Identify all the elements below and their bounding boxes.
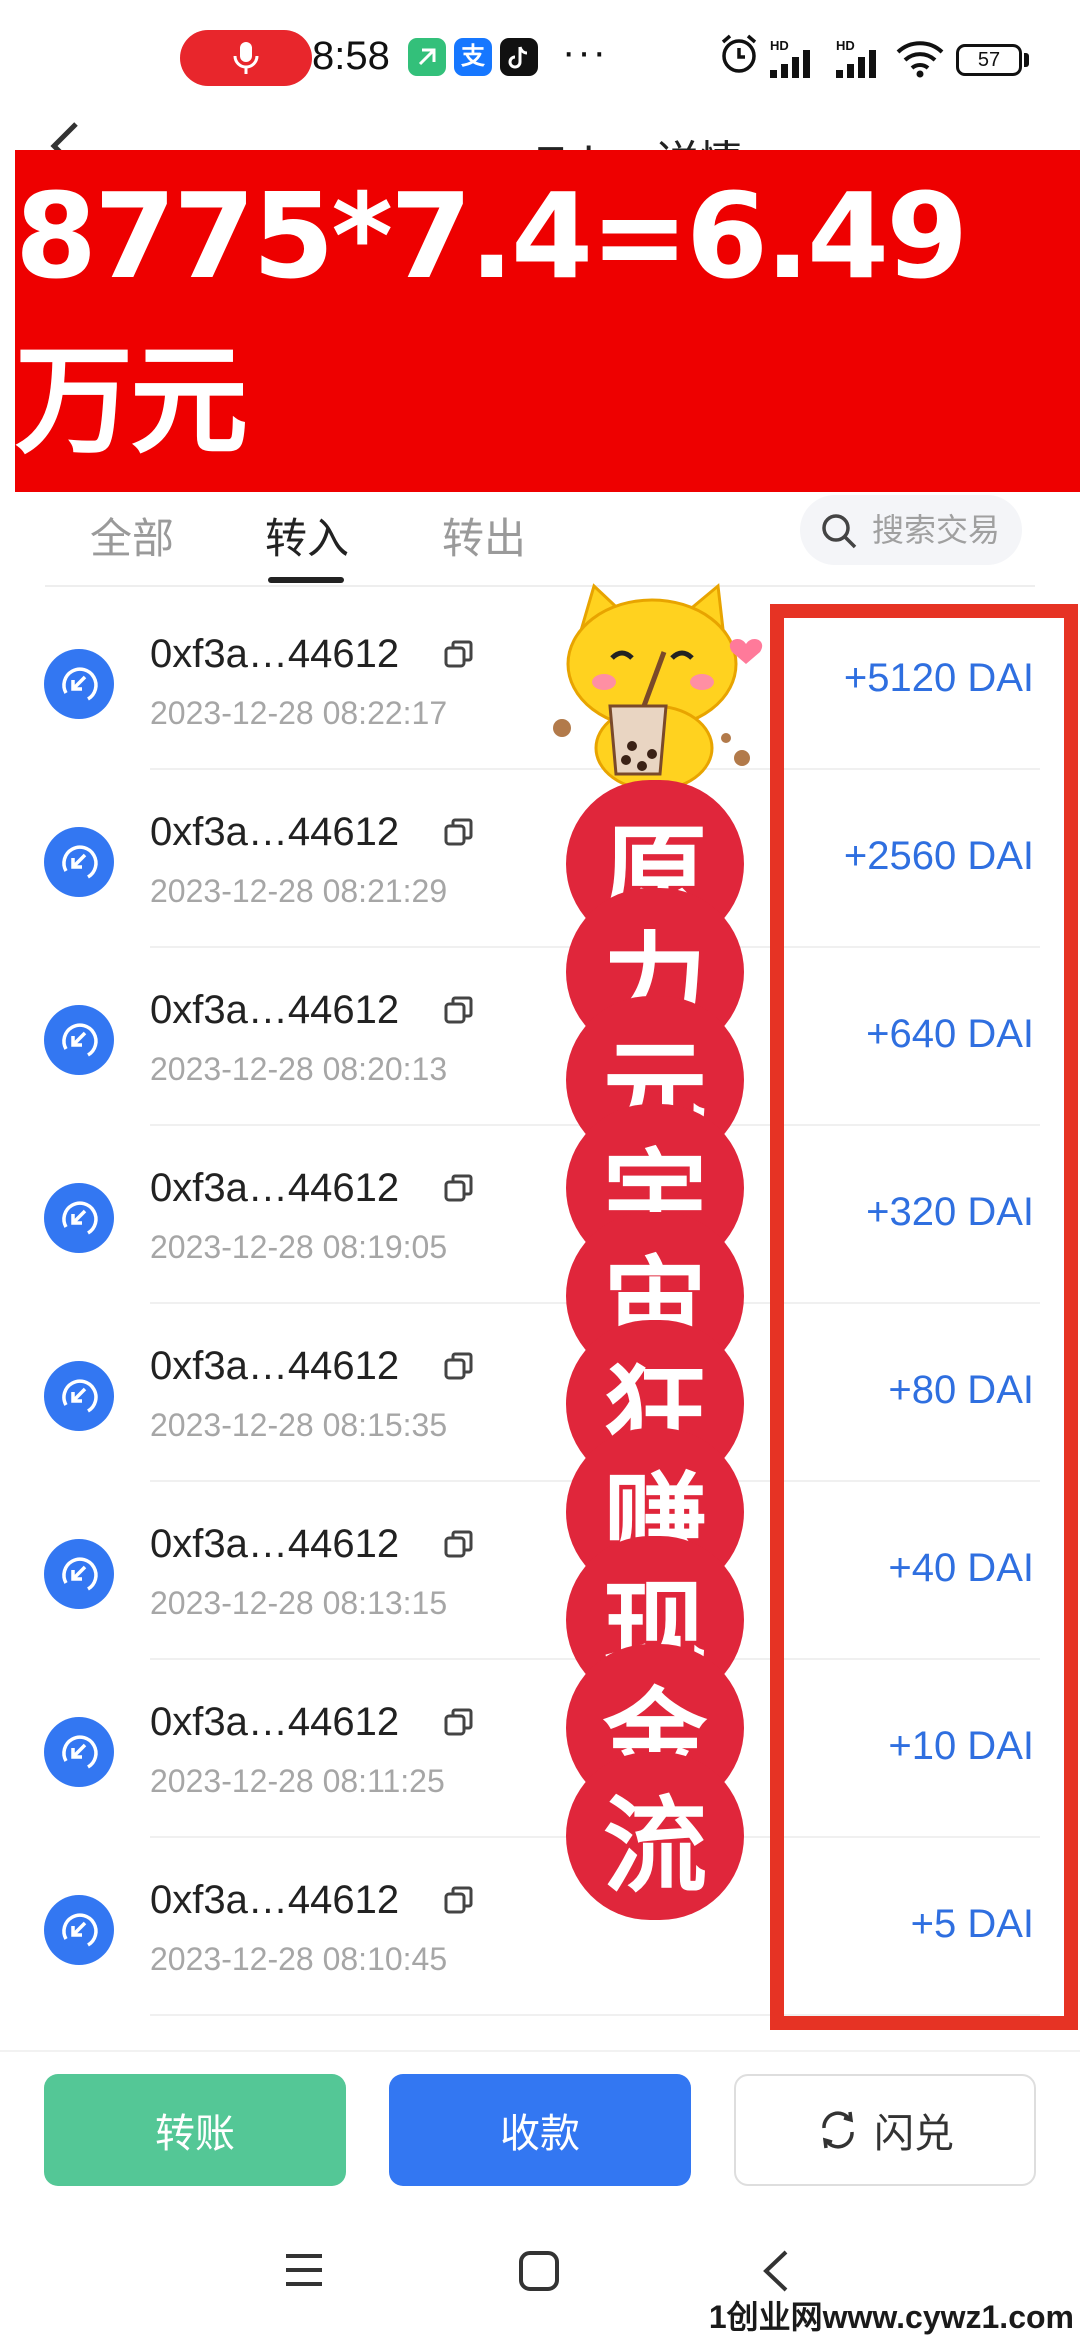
- search-icon: [822, 514, 857, 549]
- battery-indicator: 57: [956, 44, 1022, 76]
- transaction-address: 0xf3a…44612: [150, 1166, 400, 1210]
- transaction-address: 0xf3a…44612: [150, 988, 400, 1032]
- search-input[interactable]: [872, 505, 1017, 555]
- back-nav-icon[interactable]: [760, 2248, 792, 2294]
- app-green-icon: [408, 38, 446, 76]
- transaction-address: 0xf3a…44612: [150, 1700, 400, 1744]
- tab-incoming[interactable]: 转入: [265, 505, 349, 566]
- copy-icon[interactable]: [444, 818, 474, 853]
- search-box[interactable]: [800, 495, 1022, 565]
- swap-button-label: 闪兑: [874, 2112, 954, 2156]
- screen: 8:58 支 ··· HD HD 57 8775*7.4=6.49万元 全部 转…: [0, 0, 1080, 2340]
- transaction-time: 2023-12-28 08:11:25: [150, 1763, 445, 1799]
- tab-all[interactable]: 全部: [90, 505, 174, 566]
- transfer-button[interactable]: 转账: [44, 2074, 346, 2186]
- status-time: 8:58: [312, 34, 390, 78]
- watermark: 1创业网www.cywz1.com: [708, 2299, 1074, 2335]
- transaction-time: 2023-12-28 08:21:29: [150, 873, 448, 909]
- incoming-transfer-icon: [44, 1539, 114, 1609]
- transaction-address: 0xf3a…44612: [150, 632, 400, 676]
- tiktok-icon: [500, 38, 538, 76]
- menu-icon[interactable]: [282, 2250, 326, 2290]
- copy-icon[interactable]: [444, 640, 474, 675]
- copy-icon[interactable]: [444, 996, 474, 1031]
- transaction-address: 0xf3a…44612: [150, 1522, 400, 1566]
- incoming-transfer-icon: [44, 827, 114, 897]
- incoming-transfer-icon: [44, 1005, 114, 1075]
- more-notifications: ···: [562, 30, 608, 74]
- receive-button[interactable]: 收款: [389, 2074, 691, 2186]
- transaction-time: 2023-12-28 08:19:05: [150, 1229, 448, 1265]
- incoming-transfer-icon: [44, 1895, 114, 1965]
- swap-button[interactable]: 闪兑: [734, 2074, 1036, 2186]
- tab-outgoing[interactable]: 转出: [442, 505, 526, 566]
- copy-icon[interactable]: [444, 1886, 474, 1921]
- screen-recording-indicator[interactable]: [180, 30, 312, 86]
- copy-icon[interactable]: [444, 1174, 474, 1209]
- copy-icon[interactable]: [444, 1530, 474, 1565]
- incoming-transfer-icon: [44, 1717, 114, 1787]
- system-navigation-bar: 1创业网www.cywz1.com: [0, 2210, 1080, 2340]
- slogan-char: 流: [566, 1752, 744, 1920]
- wifi-icon: [896, 41, 944, 78]
- transaction-time: 2023-12-28 08:13:15: [150, 1585, 448, 1621]
- alarm-icon: [721, 34, 757, 73]
- vertical-slogan: 原力元宇宙狂赚现金流: [566, 780, 744, 1920]
- transaction-time: 2023-12-28 08:10:45: [150, 1941, 448, 1977]
- incoming-transfer-icon: [44, 649, 114, 719]
- status-bar: 8:58 支 ··· HD HD 57: [0, 0, 1080, 120]
- incoming-transfer-icon: [44, 1361, 114, 1431]
- active-tab-indicator: [268, 577, 344, 583]
- transaction-time: 2023-12-28 08:20:13: [150, 1051, 448, 1087]
- transfer-button-label: 转账: [155, 2112, 235, 2156]
- receive-button-label: 收款: [500, 2112, 580, 2156]
- transaction-address: 0xf3a…44612: [150, 1344, 400, 1388]
- signal-icon-1: [770, 50, 810, 78]
- incoming-transfer-icon: [44, 1183, 114, 1253]
- transaction-time: 2023-12-28 08:22:17: [150, 695, 448, 731]
- transaction-time: 2023-12-28 08:15:35: [150, 1407, 448, 1443]
- highlight-frame: [770, 604, 1078, 2030]
- transaction-address: 0xf3a…44612: [150, 1878, 400, 1922]
- home-icon[interactable]: [518, 2250, 560, 2292]
- banner-text: 8775*7.4=6.49万元: [15, 166, 968, 470]
- tab-bar: 全部 转入 转出: [0, 495, 1080, 590]
- microphone-icon: [233, 42, 259, 74]
- copy-icon[interactable]: [444, 1708, 474, 1743]
- signal-icon-2: [836, 50, 876, 78]
- alipay-icon: 支: [454, 38, 492, 76]
- transaction-address: 0xf3a…44612: [150, 810, 400, 854]
- cat-sticker-icon: [553, 583, 763, 792]
- action-bar: 转账 收款 闪兑: [0, 2050, 1080, 2210]
- swap-icon: [822, 2111, 854, 2149]
- promo-banner: 8775*7.4=6.49万元: [15, 150, 1080, 492]
- battery-tip: [1024, 53, 1029, 67]
- copy-icon[interactable]: [444, 1352, 474, 1387]
